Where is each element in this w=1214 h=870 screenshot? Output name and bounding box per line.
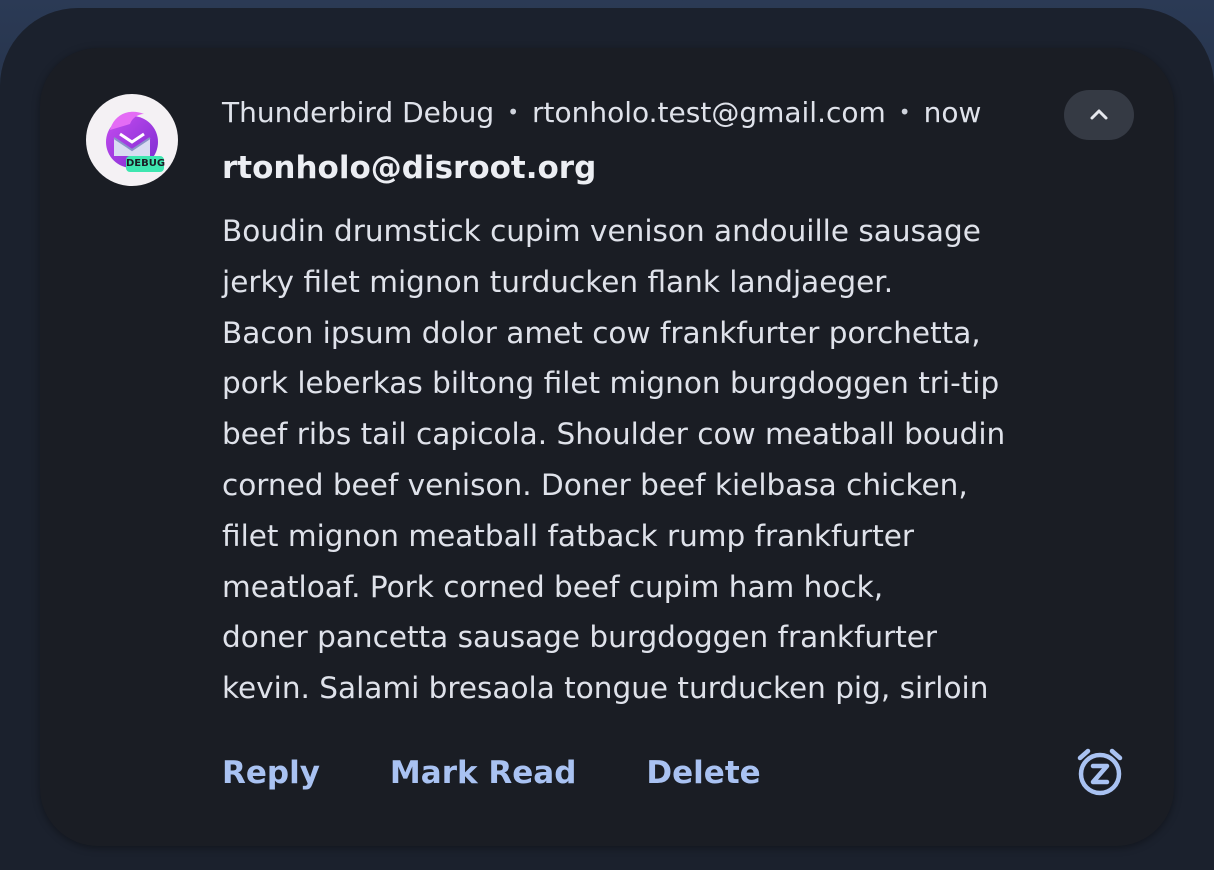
message-line: Bacon ipsum dolor amet cow frankfurter p… <box>222 315 981 350</box>
snooze-button[interactable] <box>1072 744 1128 800</box>
message-preview: Boudin drumstick cupim venison andouille… <box>222 206 1122 714</box>
thunderbird-logo-icon <box>106 111 158 168</box>
app-name: Thunderbird Debug <box>222 95 495 129</box>
sender-email: rtonholo@disroot.org <box>222 150 597 186</box>
mark-read-button[interactable]: Mark Read <box>390 755 576 791</box>
message-line: corned beef venison. Doner beef kielbasa… <box>222 467 968 502</box>
timestamp: now <box>923 95 982 129</box>
snooze-alarm-icon <box>1077 748 1123 796</box>
reply-button[interactable]: Reply <box>222 755 320 791</box>
debug-badge: DEBUG <box>126 156 165 172</box>
email-notification[interactable]: DEBUG Thunderbird Debug • rtonholo.test@… <box>40 48 1174 846</box>
chevron-up-icon <box>1090 109 1108 120</box>
message-line: filet mignon meatball fatback rump frank… <box>222 518 915 553</box>
message-line: kevin. Salami bresaola tongue turducken … <box>222 671 989 706</box>
separator-dot: • <box>898 100 911 124</box>
message-line: beef ribs tail capicola. Shoulder cow me… <box>222 417 1006 452</box>
delete-button[interactable]: Delete <box>646 755 760 791</box>
message-line: pork leberkas biltong filet mignon burgd… <box>222 366 1000 401</box>
app-avatar: DEBUG <box>86 94 178 186</box>
message-line: jerky filet mignon turducken flank landj… <box>222 264 894 299</box>
message-line: Boudin drumstick cupim venison andouille… <box>222 214 981 248</box>
message-line: meatloaf. Pork corned beef cupim ham hoc… <box>222 569 884 604</box>
notification-header: Thunderbird Debug • rtonholo.test@gmail.… <box>222 92 981 132</box>
notification-actions: Reply Mark Read Delete <box>222 748 831 798</box>
message-line: doner pancetta sausage burgdoggen frankf… <box>222 620 938 655</box>
separator-dot: • <box>507 100 519 124</box>
collapse-button[interactable] <box>1064 90 1134 140</box>
account-email: rtonholo.test@gmail.com <box>531 95 886 129</box>
